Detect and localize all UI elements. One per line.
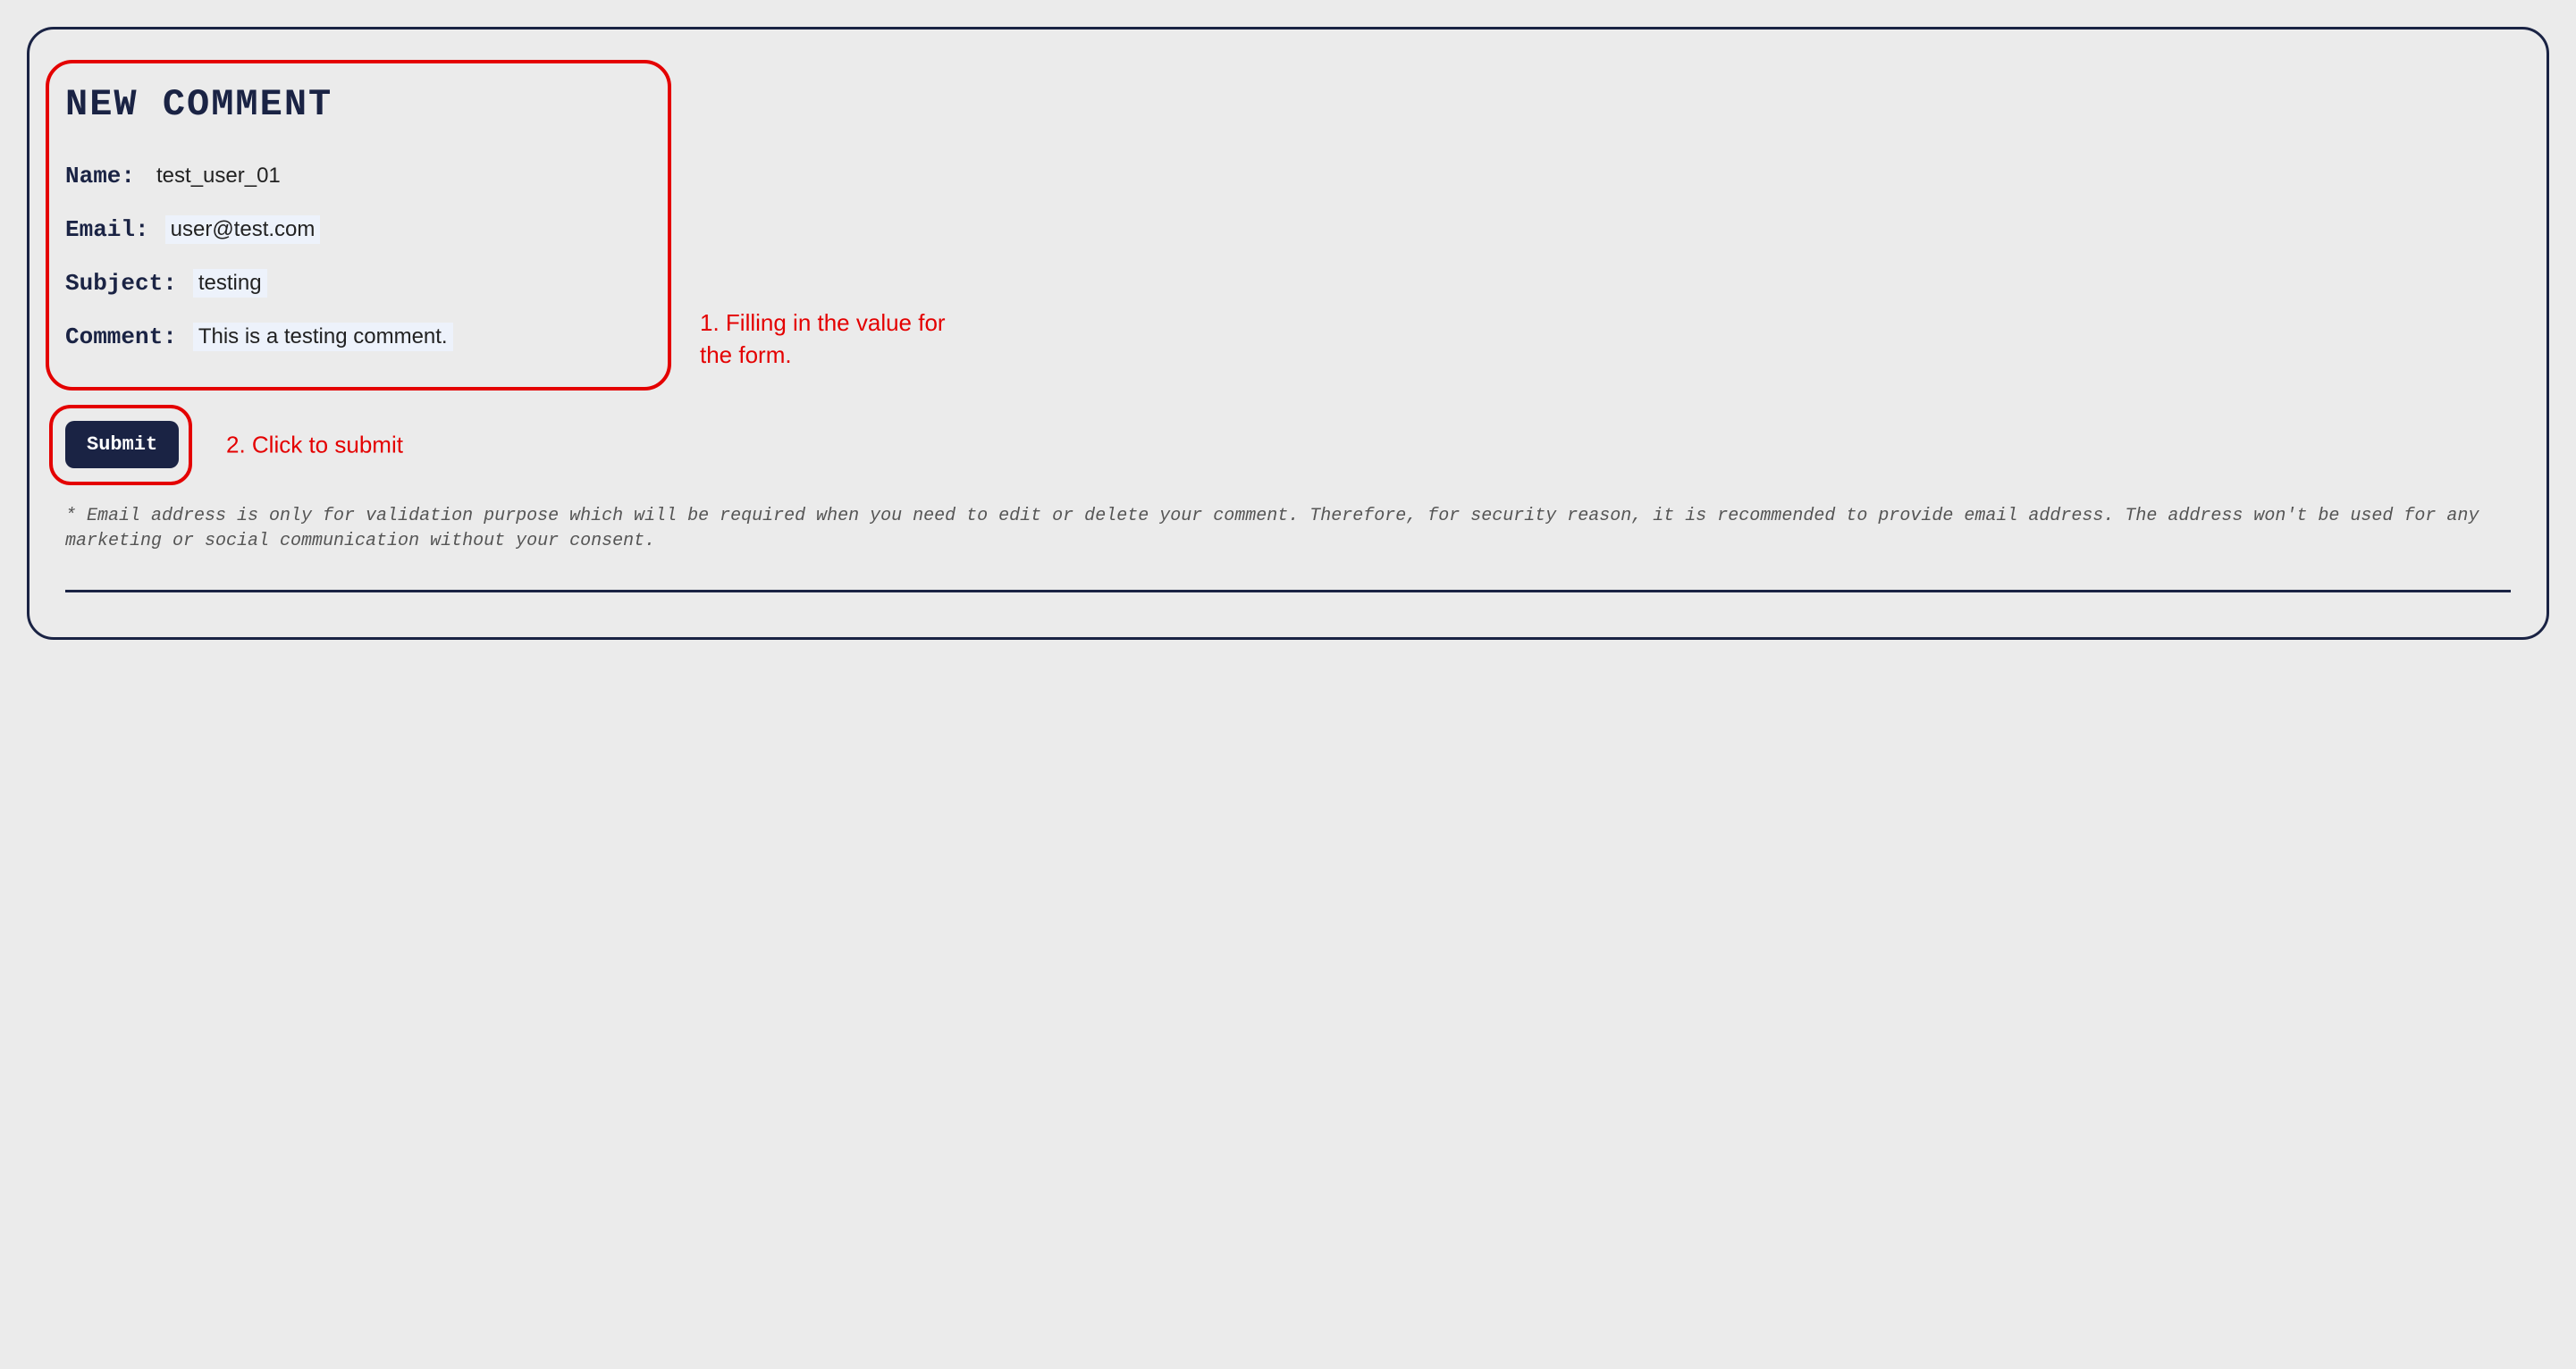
footnote-text: * Email address is only for validation p…: [65, 504, 2511, 554]
subject-input[interactable]: testing: [193, 269, 267, 298]
comment-form-container: NEW COMMENT Name: test_user_01 Email: us…: [27, 27, 2549, 640]
comment-label: Comment:: [65, 323, 177, 350]
email-label: Email:: [65, 216, 149, 243]
subject-field-row: Subject: testing: [65, 269, 453, 298]
annotation-step-1: 1. Filling in the value for the form.: [700, 307, 950, 372]
form-title: NEW COMMENT: [65, 83, 453, 126]
submit-button[interactable]: Submit: [65, 421, 179, 468]
name-input[interactable]: test_user_01: [151, 162, 286, 190]
comment-input[interactable]: This is a testing comment.: [193, 323, 453, 351]
submit-area: Submit 2. Click to submit: [65, 421, 2511, 468]
subject-label: Subject:: [65, 270, 177, 297]
comment-field-row: Comment: This is a testing comment.: [65, 323, 453, 351]
annotation-step-2: 2. Click to submit: [226, 431, 403, 458]
email-input[interactable]: user@test.com: [165, 215, 321, 244]
name-label: Name:: [65, 163, 135, 189]
divider-line: [65, 590, 2511, 592]
name-field-row: Name: test_user_01: [65, 162, 453, 190]
form-area: NEW COMMENT Name: test_user_01 Email: us…: [65, 83, 453, 376]
email-field-row: Email: user@test.com: [65, 215, 453, 244]
